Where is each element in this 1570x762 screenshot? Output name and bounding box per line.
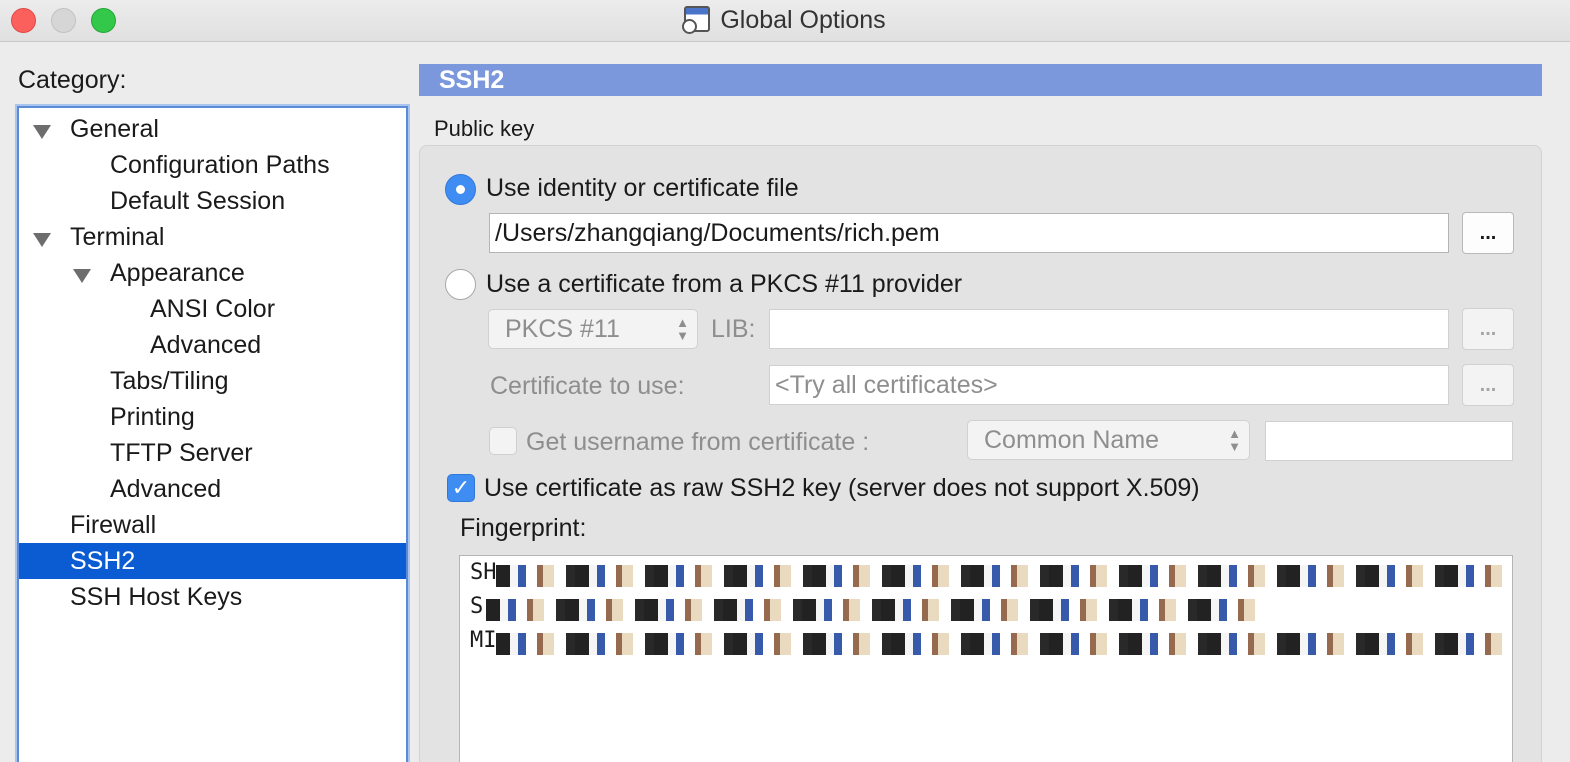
tree-item-terminal-advanced[interactable]: Advanced <box>19 471 406 507</box>
identity-file-path-input[interactable]: /Users/zhangqiang/Documents/rich.pem <box>489 213 1449 253</box>
identity-file-label[interactable]: Use identity or certificate file <box>486 174 799 203</box>
redaction-mosaic <box>496 633 1510 655</box>
up-down-chevron-icon: ▲ ▼ <box>1228 426 1241 454</box>
lib-path-input[interactable] <box>769 309 1449 349</box>
get-username-checkbox[interactable] <box>489 427 517 455</box>
category-tree[interactable]: General Configuration Paths Default Sess… <box>17 106 408 762</box>
fingerprint-line-3: MI <box>470 628 1510 662</box>
fingerprint-line-2: S <box>470 594 1510 628</box>
username-value-input[interactable] <box>1265 421 1513 461</box>
tree-item-appearance-advanced[interactable]: Advanced <box>19 327 406 363</box>
checkmark-icon: ✓ <box>451 475 471 500</box>
window-title: Global Options <box>0 6 1570 35</box>
pkcs-provider-radio[interactable] <box>445 269 476 300</box>
tree-item-configuration-paths[interactable]: Configuration Paths <box>19 147 406 183</box>
disclosure-triangle-icon[interactable] <box>73 269 91 283</box>
fingerprint-label: Fingerprint: <box>460 514 587 542</box>
raw-ssh2-key-checkbox[interactable]: ✓ <box>447 474 475 502</box>
disclosure-triangle-icon[interactable] <box>33 125 51 139</box>
tree-item-tftp-server[interactable]: TFTP Server <box>19 435 406 471</box>
tree-item-general[interactable]: General <box>19 111 406 147</box>
pkcs-provider-select[interactable]: PKCS #11 ▲ ▼ <box>488 309 698 349</box>
fingerprint-line-1: SH <box>470 560 1510 594</box>
certificate-browse-button[interactable]: ... <box>1462 364 1514 406</box>
redaction-mosaic <box>486 599 1266 621</box>
public-key-group-label: Public key <box>434 116 535 141</box>
lib-browse-button[interactable]: ... <box>1462 308 1514 350</box>
lib-label: LIB: <box>711 315 756 343</box>
tree-item-ssh2[interactable]: SSH2 <box>19 543 406 579</box>
fingerprint-textarea[interactable]: SH S MI <box>459 555 1513 762</box>
category-label: Category: <box>18 66 127 94</box>
username-source-select[interactable]: Common Name ▲ ▼ <box>967 420 1250 460</box>
pkcs-provider-label[interactable]: Use a certificate from a PKCS #11 provid… <box>486 270 962 299</box>
up-down-chevron-icon: ▲ ▼ <box>676 315 689 343</box>
get-username-label: Get username from certificate : <box>526 428 870 456</box>
tree-item-ansi-color[interactable]: ANSI Color <box>19 291 406 327</box>
tree-item-firewall[interactable]: Firewall <box>19 507 406 543</box>
tree-item-printing[interactable]: Printing <box>19 399 406 435</box>
tree-item-tabs-tiling[interactable]: Tabs/Tiling <box>19 363 406 399</box>
redaction-mosaic <box>496 565 1510 587</box>
certificate-to-use-label: Certificate to use: <box>490 372 685 400</box>
tree-item-appearance[interactable]: Appearance <box>19 255 406 291</box>
certificate-to-use-input[interactable]: <Try all certificates> <box>769 365 1449 405</box>
identity-file-radio[interactable] <box>445 174 476 205</box>
section-header: SSH2 <box>419 64 1542 96</box>
raw-ssh2-key-label[interactable]: Use certificate as raw SSH2 key (server … <box>484 474 1200 503</box>
tree-item-ssh-host-keys[interactable]: SSH Host Keys <box>19 579 406 615</box>
disclosure-triangle-icon[interactable] <box>33 233 51 247</box>
tree-item-default-session[interactable]: Default Session <box>19 183 406 219</box>
title-bar: Global Options <box>0 0 1570 42</box>
tree-item-terminal[interactable]: Terminal <box>19 219 406 255</box>
identity-file-browse-button[interactable]: ... <box>1462 212 1514 254</box>
window-title-text: Global Options <box>720 6 886 34</box>
app-icon <box>682 6 711 34</box>
